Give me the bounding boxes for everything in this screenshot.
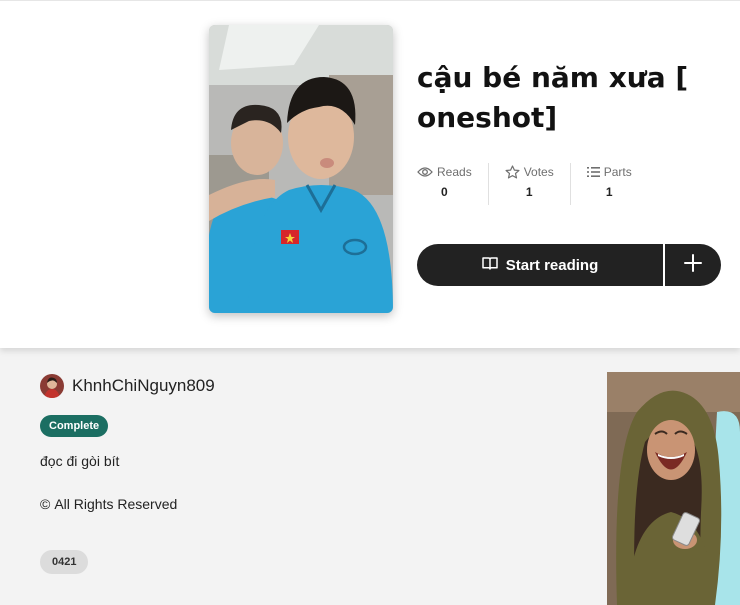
story-cover-image[interactable] [209,25,393,313]
start-reading-button[interactable]: Start reading [417,244,663,286]
story-header-panel: cậu bé năm xưa [ oneshot] Reads 0 Votes … [0,0,740,348]
advertisement-image[interactable] [607,372,740,605]
stat-reads-label: Reads [437,165,472,179]
copyright-symbol: © [40,496,51,512]
status-badge: Complete [40,415,109,437]
stat-parts: Parts 1 [569,163,648,205]
copyright-notice: © All Rights Reserved [40,496,177,512]
copyright-text: All Rights Reserved [54,496,178,512]
stat-parts-value: 1 [605,185,613,199]
stat-votes-label: Votes [523,165,554,179]
stat-reads: Reads 0 [417,163,488,205]
author-link[interactable]: KhnhChiNguyn809 [40,374,215,398]
add-to-library-button[interactable] [665,244,721,286]
stat-reads-value: 0 [441,185,448,199]
author-name: KhnhChiNguyn809 [72,376,215,395]
star-icon [505,165,520,179]
stat-votes: Votes 1 [487,163,570,205]
story-title: cậu bé năm xưa [ oneshot] [417,61,689,134]
author-avatar [40,374,64,398]
stat-votes-value: 1 [525,185,533,199]
story-tag[interactable]: 0421 [40,550,89,574]
story-description: đọc đi gòi bít [40,453,120,469]
eye-icon [417,166,433,178]
story-stats: Reads 0 Votes 1 Parts 1 [417,163,648,205]
list-icon [586,166,600,178]
start-reading-label: Start reading [505,256,599,274]
plus-icon [684,253,702,277]
book-icon [481,256,498,274]
stat-parts-label: Parts [603,165,632,179]
